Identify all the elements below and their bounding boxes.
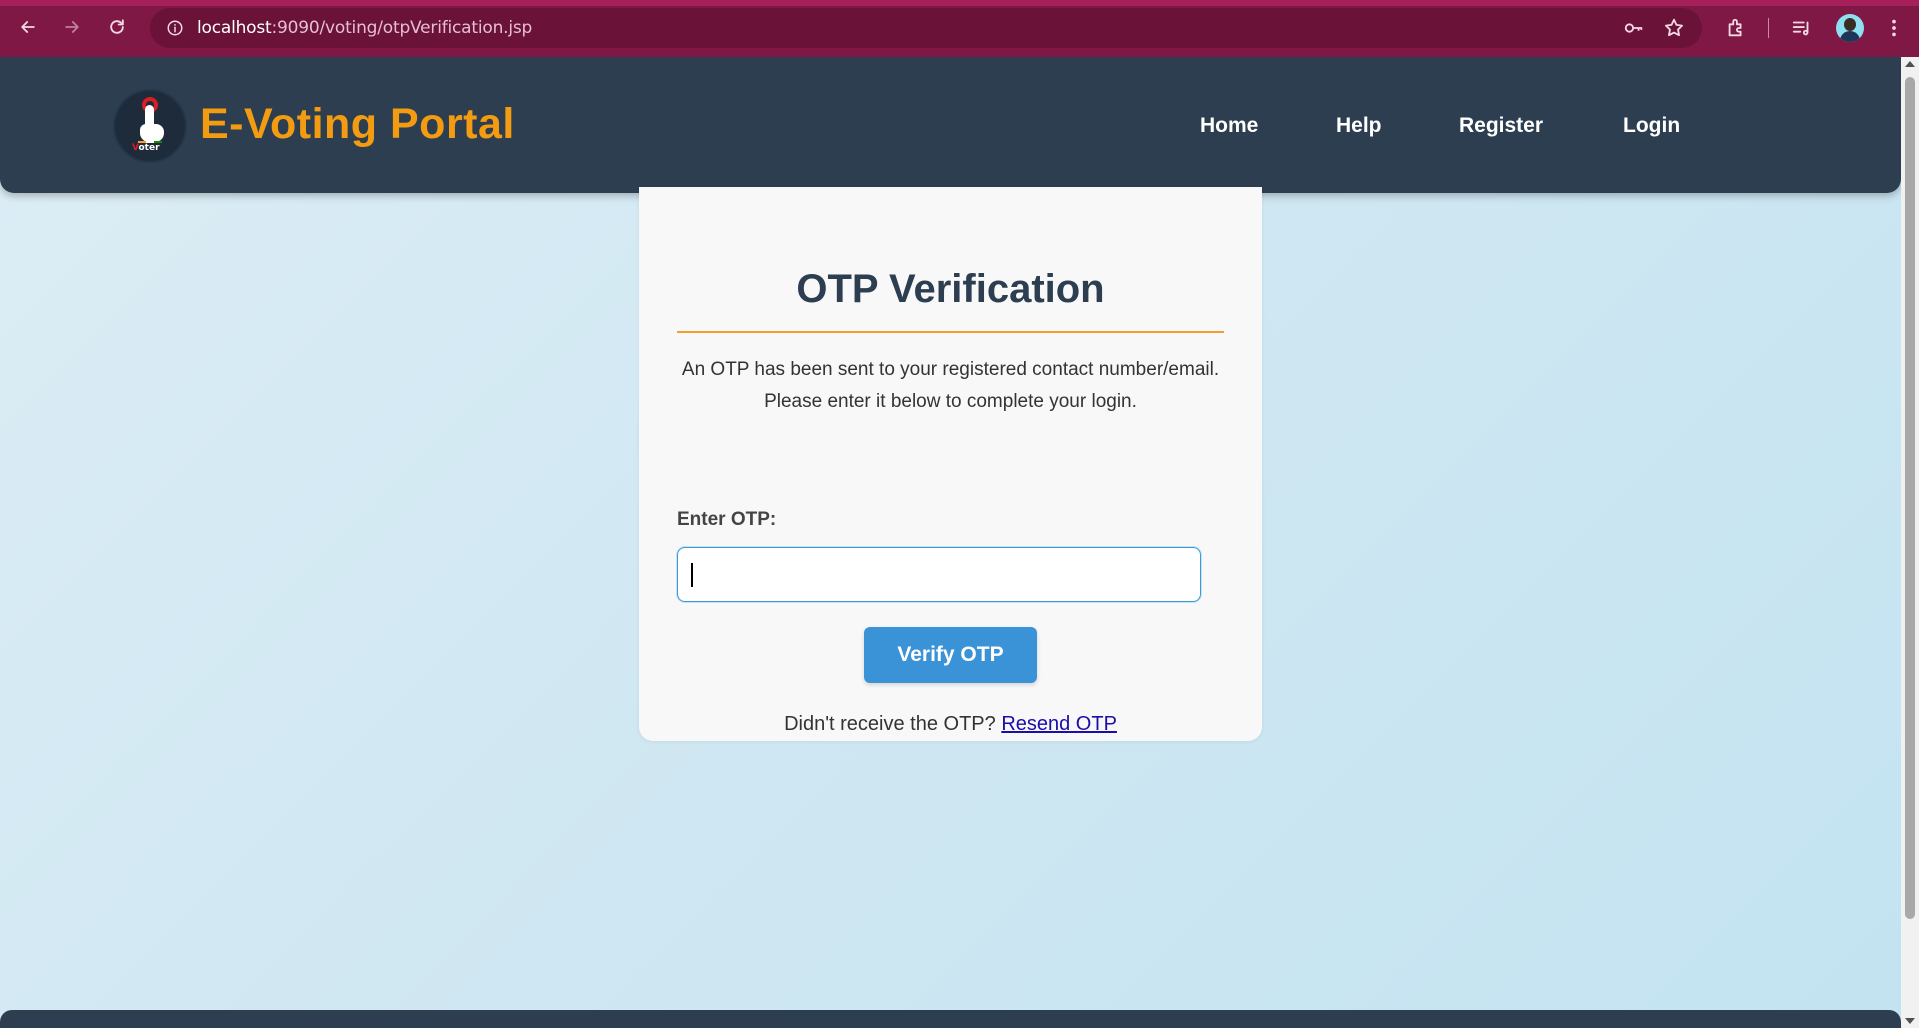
otp-card: OTP Verification An OTP has been sent to… bbox=[639, 187, 1262, 741]
site-header: Voter E-Voting Portal Home Help Register… bbox=[0, 57, 1901, 193]
avatar-body bbox=[1840, 31, 1860, 42]
scroll-down-arrow-icon[interactable] bbox=[1905, 1018, 1915, 1024]
reload-icon[interactable] bbox=[103, 13, 131, 41]
page-title: OTP Verification bbox=[796, 267, 1105, 311]
verify-otp-button[interactable]: Verify OTP bbox=[864, 627, 1037, 683]
page-scrollbar[interactable] bbox=[1901, 57, 1919, 1028]
resend-prompt: Didn't receive the OTP? bbox=[784, 713, 1002, 735]
media-controls-icon[interactable] bbox=[1788, 14, 1816, 42]
site-title[interactable]: E-Voting Portal bbox=[200, 100, 515, 149]
nav-register[interactable]: Register bbox=[1459, 114, 1543, 138]
title-divider bbox=[677, 331, 1224, 333]
otp-input[interactable] bbox=[677, 547, 1201, 602]
nav-login[interactable]: Login bbox=[1623, 114, 1680, 138]
browser-toolbar: localhost:9090/voting/otpVerification.js… bbox=[0, 0, 1919, 57]
text-caret bbox=[691, 563, 693, 587]
page-viewport: Voter E-Voting Portal Home Help Register… bbox=[0, 57, 1901, 1028]
scroll-up-arrow-icon[interactable] bbox=[1905, 61, 1915, 67]
browser-top-strip bbox=[0, 0, 1919, 6]
otp-description: An OTP has been sent to your registered … bbox=[681, 359, 1220, 412]
nav-help[interactable]: Help bbox=[1336, 114, 1382, 138]
extensions-icon[interactable] bbox=[1722, 14, 1750, 42]
voter-logo[interactable]: Voter bbox=[115, 91, 185, 161]
toolbar-separator bbox=[1768, 18, 1769, 38]
scrollbar-thumb[interactable] bbox=[1905, 77, 1915, 919]
address-bar[interactable]: localhost:9090/voting/otpVerification.js… bbox=[150, 8, 1702, 48]
menu-icon[interactable] bbox=[1880, 14, 1908, 42]
logo-text-rest: oter bbox=[138, 143, 160, 153]
profile-avatar[interactable] bbox=[1836, 14, 1864, 42]
forward-icon[interactable] bbox=[58, 13, 86, 41]
back-icon[interactable] bbox=[14, 13, 42, 41]
logo-text: Voter bbox=[132, 143, 160, 153]
url-host: localhost bbox=[197, 18, 272, 38]
password-key-icon[interactable] bbox=[1622, 16, 1646, 40]
resend-otp-link[interactable]: Resend OTP bbox=[1001, 713, 1117, 735]
bookmark-star-icon[interactable] bbox=[1662, 16, 1686, 40]
url-path: :9090/voting/otpVerification.jsp bbox=[271, 18, 533, 38]
address-bar-url: localhost:9090/voting/otpVerification.js… bbox=[197, 18, 532, 38]
avatar-head bbox=[1844, 18, 1856, 31]
nav-home[interactable]: Home bbox=[1200, 114, 1258, 138]
site-info-icon[interactable] bbox=[163, 16, 187, 40]
otp-label: Enter OTP: bbox=[677, 509, 777, 530]
logo-palm bbox=[140, 124, 164, 142]
resend-line: Didn't receive the OTP? Resend OTP bbox=[639, 713, 1262, 736]
site-footer bbox=[0, 1010, 1901, 1028]
